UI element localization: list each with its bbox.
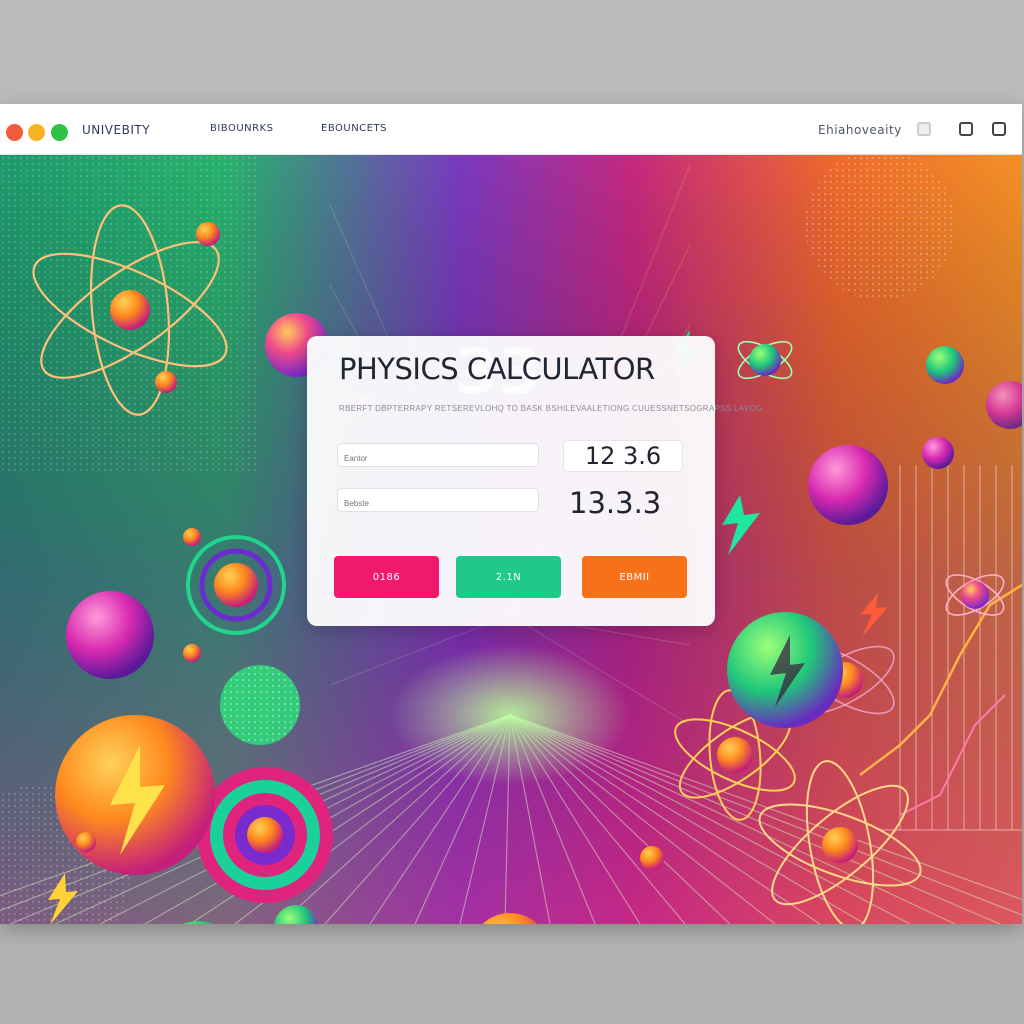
nav-link-bookmarks[interactable]: BIBOUNRKS [210,123,274,134]
green-orb-small [926,346,964,384]
title-bar: UNIVEBITY BIBOUNRKS EBOUNCETS Ehiahoveai… [0,104,1022,155]
pink-orb-tiny [922,437,954,469]
pink-orb-left [66,591,154,679]
orange-dot-far-left [76,832,96,852]
maximize-window-button[interactable] [51,124,68,141]
pink-orb-right [808,445,888,525]
first-result-readout: 12 3.6 [563,440,683,472]
nav-link-resources[interactable]: EBOUNCETS [321,123,387,134]
nav-link-account[interactable]: Ehiahoveaity [818,123,902,137]
camera-icon[interactable] [959,122,973,136]
second-input-field[interactable] [337,488,539,512]
screenshot-stage: UNIVEBITY BIBOUNRKS EBOUNCETS Ehiahoveai… [0,0,1024,1024]
calculator-title: PHYSICS CALCULATOR [339,352,655,386]
calculate-button-green[interactable]: 2.1N [456,556,561,598]
close-window-button[interactable] [6,124,23,141]
calculator-description: RBERFT DBPTERRAPY RETSEREVLOHQ TO BASK B… [339,404,763,413]
window-icon[interactable] [992,122,1006,136]
green-sphere-texture [220,665,300,745]
target-ring-left [186,535,286,635]
second-result-readout: 13.3.3 [569,486,662,520]
physics-calculator-panel: PHYSICS CALCULATOR RBERFT DBPTERRAPY RET… [307,336,762,626]
nav-link-university[interactable]: UNIVEBITY [82,123,150,137]
first-input-field[interactable] [337,443,539,467]
dot-texture-sphere [805,155,955,300]
calculate-button-orange[interactable]: EBMII [582,556,687,598]
orange-dot-bottom [640,846,664,870]
orange-dot-left [183,528,201,546]
profile-icon[interactable] [917,122,931,136]
center-glow [390,645,630,785]
target-ring-bottom [197,767,333,903]
calculate-button-pink[interactable]: 0186 [334,556,439,598]
orange-dot-left-lower [183,644,201,662]
minimize-window-button[interactable] [28,124,45,141]
